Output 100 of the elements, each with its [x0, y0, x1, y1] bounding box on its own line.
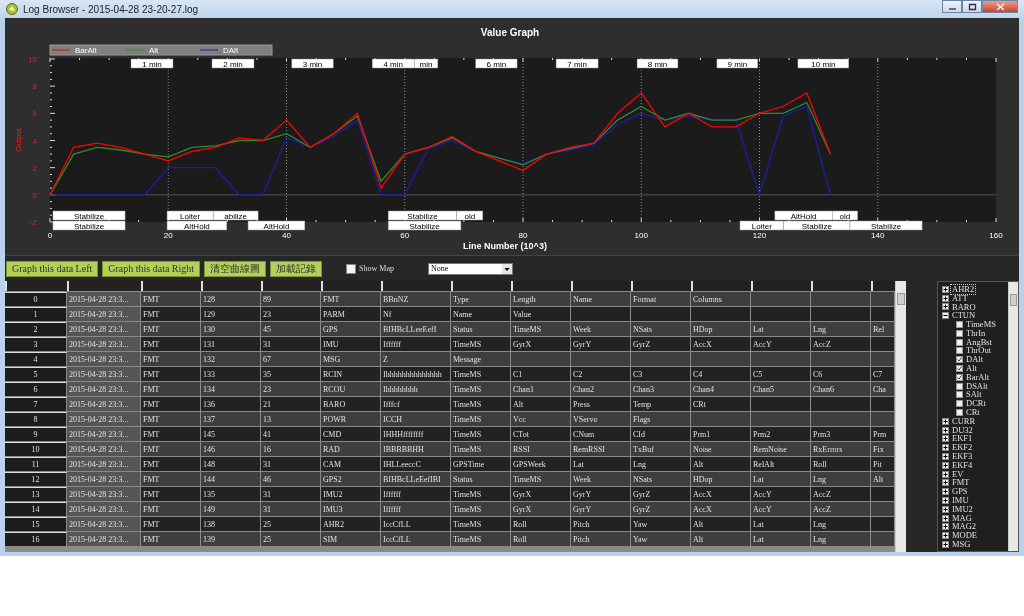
tree-checkbox[interactable] — [956, 391, 963, 399]
table-row[interactable]: 2 2015-04-28 23:3... FMT 130 45 GPS BIHBcLLeeEefI Status TimeMS Week NSats HDop Lat Lng Rel — [5, 322, 895, 337]
tree-item[interactable]: EKF3 — [951, 452, 974, 462]
tree-item[interactable]: MSG — [951, 540, 972, 549]
table-cell: TimeMS — [451, 337, 511, 351]
scrollbar[interactable] — [895, 281, 906, 552]
tree-item[interactable]: CURR — [951, 416, 977, 426]
tree-checkbox[interactable] — [956, 373, 963, 381]
row-header[interactable]: 11 — [5, 457, 67, 471]
table-row[interactable]: 11 2015-04-28 23:3... FMT 148 31 CAM IHLLeeccC GPSTime GPSWeek Lat Lng Alt RelAlt Roll Pit — [5, 457, 895, 472]
row-header[interactable]: 16 — [5, 532, 67, 546]
tree-item[interactable]: TimeMS — [965, 320, 997, 330]
table-row[interactable]: 10 2015-04-28 23:3... FMT 146 16 RAD IBBBBBHH TimeMS RSSI RemRSSI TxBuf Noise RemNoise RxErrors Fix — [5, 442, 895, 457]
graph-button[interactable]: 加載記錄 — [270, 260, 323, 277]
tree-checkbox[interactable] — [956, 356, 963, 364]
tree-item[interactable]: ThrOut — [965, 346, 993, 356]
row-header[interactable]: 12 — [5, 472, 67, 486]
tree-item[interactable]: AHR2 — [951, 284, 976, 294]
graph-button[interactable]: Graph this data Left — [6, 260, 99, 277]
table-row[interactable]: 13 2015-04-28 23:3... FMT 135 31 IMU2 Iffffff TimeMS GyrX GyrY GyrZ AccX AccY AccZ — [5, 487, 895, 502]
tree-item[interactable]: ATT — [951, 293, 969, 303]
row-header[interactable]: 5 — [5, 367, 67, 381]
table-row[interactable]: 14 2015-04-28 23:3... FMT 149 31 IMU3 Iffffff TimeMS GyrX GyrY GyrZ AccX AccY AccZ — [5, 502, 895, 517]
tree-item[interactable]: CTUN — [951, 311, 977, 321]
table-cell: Noise — [691, 442, 751, 456]
tree-item[interactable]: EKF1 — [951, 434, 974, 444]
table-cell: IMU — [321, 337, 381, 351]
table-row[interactable]: 0 2015-04-28 23:3... FMT 128 89 FMT BBnNZ Type Length Name Format Columns — [5, 292, 895, 307]
tree-item[interactable]: IMU — [951, 496, 970, 506]
row-header[interactable]: 2 — [5, 322, 67, 336]
table-row[interactable]: 8 2015-04-28 23:3... FMT 137 13 POWR ICCH TimeMS Vcc VServo Flags — [5, 412, 895, 427]
tree-item[interactable]: EKF4 — [951, 460, 974, 470]
table-cell: 35 — [261, 367, 321, 381]
table-cell: IHLLeeccC — [381, 457, 451, 471]
tree-checkbox[interactable] — [956, 382, 963, 390]
tree-item[interactable]: EKF2 — [951, 443, 974, 453]
table-cell: Pitch — [571, 532, 631, 546]
table-cell: Roll — [511, 532, 571, 546]
time-marker-label: 4 min — [372, 58, 415, 69]
tree-item[interactable]: BARO — [951, 302, 977, 312]
tree-item[interactable]: MAG — [951, 513, 973, 523]
tree-item[interactable]: DAlt — [965, 355, 984, 365]
table-cell: Chan3 — [631, 382, 691, 396]
table-row[interactable]: 7 2015-04-28 23:3... FMT 136 21 BARO Ifffcf TimeMS Alt Press Temp CRt — [5, 397, 895, 412]
tree-item[interactable]: EV — [951, 469, 965, 479]
maximize-button[interactable] — [962, 0, 982, 13]
row-header[interactable]: 15 — [5, 517, 67, 531]
tree-item[interactable]: MODE — [951, 531, 979, 541]
tree-item[interactable]: FMT — [951, 478, 971, 488]
table-row[interactable]: 6 2015-04-28 23:3... FMT 134 23 RCOU Ihhhhhhhh TimeMS Chan1 Chan2 Chan3 Chan4 Chan5 Chan6 Cha — [5, 382, 895, 397]
table-row[interactable]: 12 2015-04-28 23:3... FMT 144 46 GPS2 BIHBcLLeEefIBI Status TimeMS Week NSats HDop Lat Lng Alt — [5, 472, 895, 487]
graph-button[interactable]: Graph this data Right — [102, 260, 201, 277]
row-header[interactable]: 13 — [5, 487, 67, 501]
tree-item[interactable]: DSAlt — [965, 381, 989, 391]
tree-item[interactable]: BarAlt — [965, 372, 991, 382]
tree-item[interactable]: IMU2 — [951, 504, 974, 514]
row-header[interactable]: 1 — [5, 307, 67, 321]
tree-item[interactable]: ThrIn — [965, 328, 987, 338]
tree-item[interactable]: CRt — [965, 408, 981, 418]
tree-item[interactable]: MAG2 — [951, 522, 978, 532]
table-row[interactable]: 5 2015-04-28 23:3... FMT 133 35 RCIN Ihhhhhhhhhhhhhh TimeMS C1 C2 C3 C4 C5 C6 C7 — [5, 367, 895, 382]
table-row[interactable]: 3 2015-04-28 23:3... FMT 131 31 IMU Iffffff TimeMS GyrX GyrY GyrZ AccX AccY AccZ — [5, 337, 895, 352]
tree-checkbox[interactable] — [956, 365, 963, 373]
time-marker-label: 6 min — [475, 58, 518, 69]
tree-checkbox[interactable] — [956, 409, 963, 417]
row-header[interactable]: 0 — [5, 292, 67, 306]
tree-checkbox[interactable] — [956, 347, 963, 355]
row-header[interactable]: 6 — [5, 382, 67, 396]
tree-item[interactable]: DU32 — [951, 425, 974, 435]
tree-checkbox[interactable] — [956, 321, 963, 329]
tree-item[interactable]: AngBst — [965, 337, 993, 347]
scrollbar[interactable] — [1008, 282, 1018, 551]
table-row[interactable]: 1 2015-04-28 23:3... FMT 129 23 PARM Nf Name Value — [5, 307, 895, 322]
flight-mode-label: Loiter — [166, 210, 214, 221]
show-map-checkbox[interactable] — [346, 263, 357, 274]
tree-checkbox[interactable] — [956, 338, 963, 346]
table-cell: Roll — [511, 517, 571, 531]
row-header[interactable]: 10 — [5, 442, 67, 456]
table-row[interactable]: 4 2015-04-28 23:3... FMT 132 67 MSG Z Message — [5, 352, 895, 367]
tree-checkbox[interactable] — [956, 329, 963, 337]
table-cell: FMT — [141, 307, 201, 321]
row-header[interactable]: 3 — [5, 337, 67, 351]
tree-item[interactable]: SAlt — [965, 390, 983, 400]
table-row[interactable]: 15 2015-04-28 23:3... FMT 138 25 AHR2 IccCfLL TimeMS Roll Pitch Yaw Alt Lat Lng — [5, 517, 895, 532]
row-header[interactable]: 8 — [5, 412, 67, 426]
table-row[interactable]: 16 2015-04-28 23:3... FMT 139 25 SIM IccCfLL TimeMS Roll Pitch Yaw Alt Lat Lng — [5, 532, 895, 547]
row-header[interactable]: 9 — [5, 427, 67, 441]
close-button[interactable] — [982, 0, 1018, 13]
tree-item[interactable]: Alt — [965, 364, 978, 374]
minimize-button[interactable] — [942, 0, 962, 13]
row-header[interactable]: 14 — [5, 502, 67, 516]
tree-item[interactable]: GPS — [951, 487, 969, 497]
tree-item[interactable]: DCRt — [965, 399, 987, 409]
row-header[interactable]: 7 — [5, 397, 67, 411]
tree-checkbox[interactable] — [956, 400, 963, 408]
graph-button[interactable]: 清空曲線圖 — [204, 260, 267, 277]
row-header[interactable]: 4 — [5, 352, 67, 366]
window-title: Log Browser - 2015-04-28 23-20-27.log — [23, 3, 200, 15]
map-dropdown[interactable]: None — [427, 262, 513, 275]
table-row[interactable]: 9 2015-04-28 23:3... FMT 145 41 CMD IHHHffffffff TimeMS CTot CNum CId Prm1 Prm2 Prm3 Prm — [5, 427, 895, 442]
